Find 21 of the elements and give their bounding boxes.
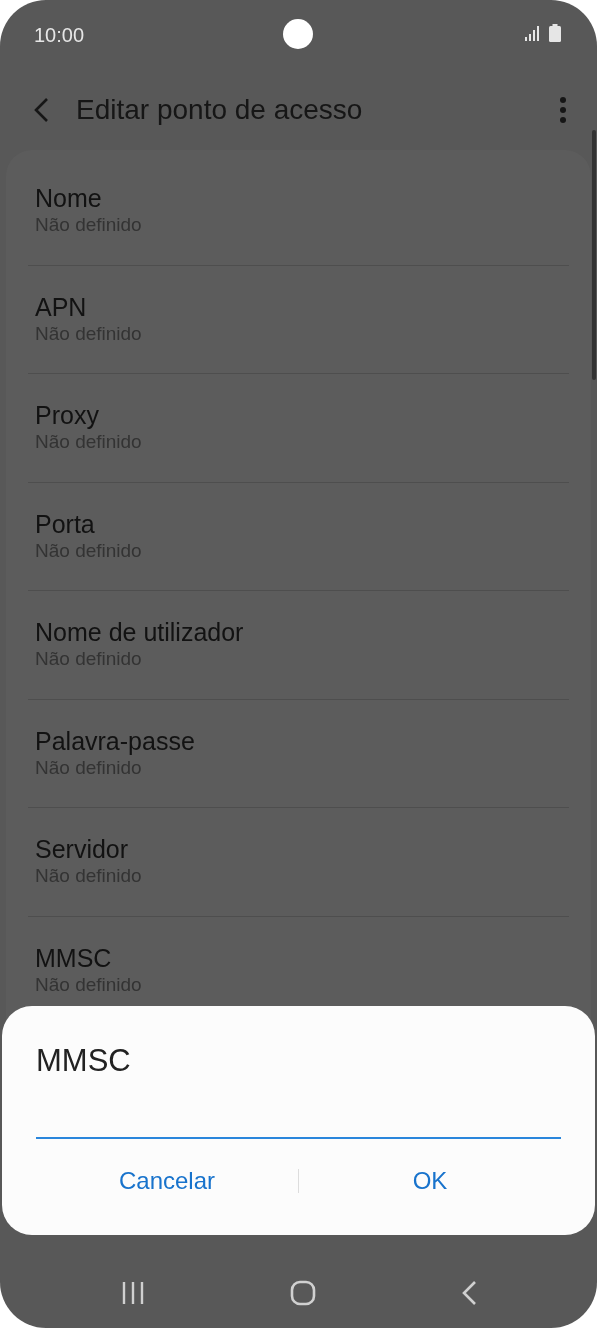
item-label: Proxy xyxy=(35,400,100,431)
back-icon[interactable] xyxy=(460,1281,477,1305)
item-label: APN xyxy=(35,291,88,322)
item-label: Porta xyxy=(35,508,96,539)
recents-icon[interactable] xyxy=(120,1281,145,1305)
item-label: Servidor xyxy=(35,834,130,865)
back-icon[interactable] xyxy=(32,97,50,123)
item-label: Palavra-passe xyxy=(35,725,196,756)
home-icon[interactable] xyxy=(289,1280,316,1306)
ok-button[interactable]: OK xyxy=(299,1155,561,1208)
status-time: 10:00 xyxy=(34,23,85,48)
item-label: Nome de utilizador xyxy=(35,617,245,648)
item-label: Nome xyxy=(35,182,103,213)
signal-icon xyxy=(525,25,541,41)
page-title: Editar ponto de acesso xyxy=(76,93,364,127)
more-options-icon[interactable] xyxy=(559,97,567,123)
item-label: MMSC xyxy=(35,942,113,973)
battery-icon xyxy=(549,24,561,42)
camera-hole xyxy=(283,19,313,49)
cancel-button[interactable]: Cancelar xyxy=(36,1155,298,1208)
dialog-title: MMSC xyxy=(36,1042,132,1080)
